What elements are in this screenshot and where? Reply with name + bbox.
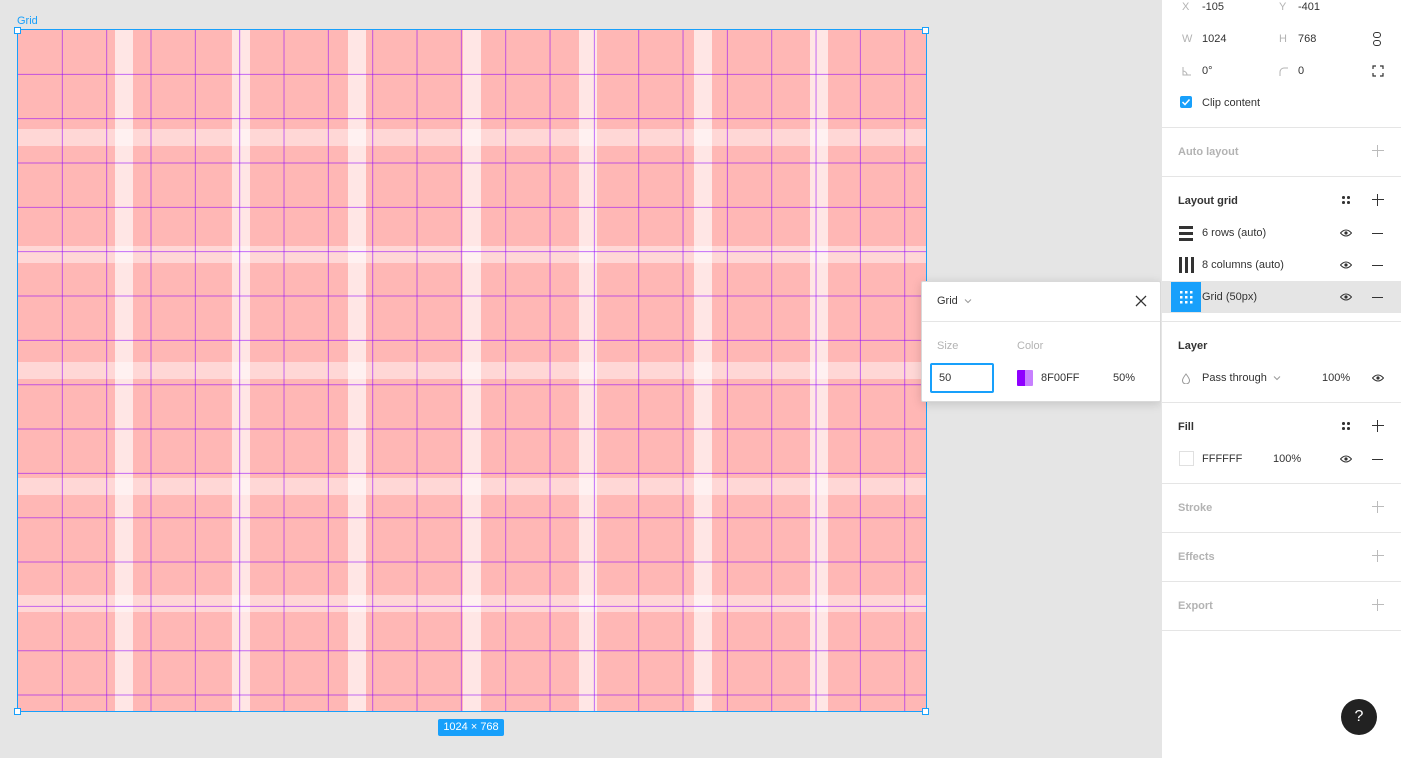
eye-icon[interactable] (1340, 455, 1352, 463)
corner-radius-value[interactable]: 0 (1298, 65, 1304, 77)
color-label: Color (1017, 340, 1044, 352)
swatch-alpha-half (1025, 370, 1033, 386)
layer-opacity[interactable]: 100% (1322, 372, 1350, 384)
design-section: X -105 Y -401 W 1024 H 768 0° 0 Clip con… (1162, 0, 1401, 128)
grid-frame[interactable] (18, 30, 926, 711)
w-value[interactable]: 1024 (1202, 33, 1226, 45)
eye-icon[interactable] (1340, 261, 1352, 269)
grid-settings-popup: Grid Size Color 8F00FF 50% (921, 281, 1161, 402)
chevron-down-icon (1273, 376, 1281, 381)
constrain-proportions-icon[interactable] (1372, 32, 1382, 46)
x-value[interactable]: -105 (1202, 1, 1224, 13)
grid-size-input[interactable] (930, 363, 994, 393)
export-title: Export (1178, 600, 1213, 612)
layer-title: Layer (1178, 340, 1208, 352)
grid-color-swatch[interactable] (1017, 370, 1033, 386)
resize-handle-bottom-left[interactable] (14, 708, 21, 715)
layout-grid-item-label: 8 columns (auto) (1202, 259, 1284, 271)
blend-mode-value: Pass through (1202, 372, 1267, 384)
column-gutter-band (232, 30, 250, 711)
frame-size-badge: 1024 × 768 (438, 719, 504, 736)
effects-section: Effects (1162, 533, 1401, 582)
remove-grid-button[interactable] (1372, 297, 1383, 299)
uniform-grid-icon[interactable] (1171, 282, 1201, 312)
rows-grid-icon[interactable] (1179, 225, 1193, 241)
grid-type-label: Grid (937, 295, 958, 307)
remove-grid-button[interactable] (1372, 265, 1383, 267)
remove-grid-button[interactable] (1372, 233, 1383, 235)
clip-content-checkbox[interactable] (1180, 96, 1192, 108)
eye-icon[interactable] (1340, 293, 1352, 301)
popup-header: Grid (922, 282, 1160, 322)
auto-layout-section: Auto layout (1162, 128, 1401, 177)
remove-fill-button[interactable] (1372, 459, 1383, 461)
eye-icon[interactable] (1340, 229, 1352, 237)
fill-opacity[interactable]: 100% (1273, 453, 1301, 465)
x-label: X (1182, 1, 1190, 13)
grid-color-opacity[interactable]: 50% (1113, 372, 1135, 384)
rotation-icon (1182, 67, 1191, 76)
add-layout-grid-button[interactable] (1372, 194, 1384, 206)
fill-section: Fill FFFFFF 100% (1162, 403, 1401, 484)
blend-mode-drop-icon (1182, 373, 1190, 384)
add-stroke-button[interactable] (1372, 501, 1384, 513)
frame-name-label[interactable]: Grid (17, 15, 38, 27)
layout-grid-item-columns[interactable]: 8 columns (auto) (1162, 249, 1401, 281)
add-fill-button[interactable] (1372, 420, 1384, 432)
layout-grid-item-label: Grid (50px) (1202, 291, 1258, 303)
columns-grid-icon[interactable] (1178, 257, 1194, 273)
column-gutter-band (694, 30, 712, 711)
resize-handle-top-right[interactable] (922, 27, 929, 34)
export-section: Export (1162, 582, 1401, 631)
fill-hex[interactable]: FFFFFF (1202, 453, 1242, 465)
layout-grid-item-label: 6 rows (auto) (1202, 227, 1267, 239)
stroke-title: Stroke (1178, 502, 1213, 514)
rotation-value[interactable]: 0° (1202, 65, 1213, 77)
add-auto-layout-button[interactable] (1372, 145, 1384, 157)
corner-radius-icon (1279, 67, 1288, 76)
grid-dots-glyph (1180, 291, 1193, 304)
checkmark-icon (1181, 98, 1191, 106)
column-gutter-band (463, 30, 481, 711)
close-icon[interactable] (1135, 295, 1147, 307)
grid-styles-icon[interactable] (1342, 196, 1350, 204)
chevron-down-icon (964, 299, 972, 304)
layout-grid-item-rows[interactable]: 6 rows (auto) (1162, 217, 1401, 249)
clip-content-label: Clip content (1202, 97, 1261, 109)
y-label: Y (1279, 1, 1287, 13)
grid-color-hex[interactable]: 8F00FF (1041, 372, 1080, 384)
column-gutter-band (348, 30, 366, 711)
w-label: W (1182, 33, 1193, 45)
add-effect-button[interactable] (1372, 550, 1384, 562)
resize-handle-bottom-right[interactable] (922, 708, 929, 715)
fill-styles-icon[interactable] (1342, 422, 1350, 430)
help-button[interactable]: ? (1341, 699, 1377, 735)
layer-section: Layer Pass through 100% (1162, 322, 1401, 403)
layout-grid-title: Layout grid (1178, 195, 1238, 207)
fill-title: Fill (1178, 421, 1194, 433)
layout-grid-overlay (18, 30, 926, 711)
y-value[interactable]: -401 (1298, 1, 1320, 13)
h-label: H (1279, 33, 1287, 45)
resize-handle-top-left[interactable] (14, 27, 21, 34)
properties-panel: X -105 Y -401 W 1024 H 768 0° 0 Clip con… (1161, 0, 1401, 758)
auto-layout-title: Auto layout (1178, 146, 1239, 158)
stroke-section: Stroke (1162, 484, 1401, 533)
blend-mode-dropdown[interactable]: Pass through (1202, 372, 1281, 384)
grid-type-dropdown[interactable]: Grid (937, 295, 972, 307)
size-label: Size (937, 340, 959, 352)
layout-grid-item-uniform[interactable]: Grid (50px) (1162, 281, 1401, 313)
effects-title: Effects (1178, 551, 1215, 563)
swatch-solid-half (1017, 370, 1025, 386)
add-export-button[interactable] (1372, 599, 1384, 611)
column-gutter-band (115, 30, 133, 711)
h-value[interactable]: 768 (1298, 33, 1316, 45)
fill-color-swatch[interactable] (1179, 451, 1194, 466)
column-gutter-band (810, 30, 828, 711)
layout-grid-section: Layout grid 6 rows (auto) 8 columns (aut… (1162, 177, 1401, 322)
independent-corners-icon[interactable] (1372, 65, 1384, 77)
eye-icon[interactable] (1372, 374, 1384, 382)
